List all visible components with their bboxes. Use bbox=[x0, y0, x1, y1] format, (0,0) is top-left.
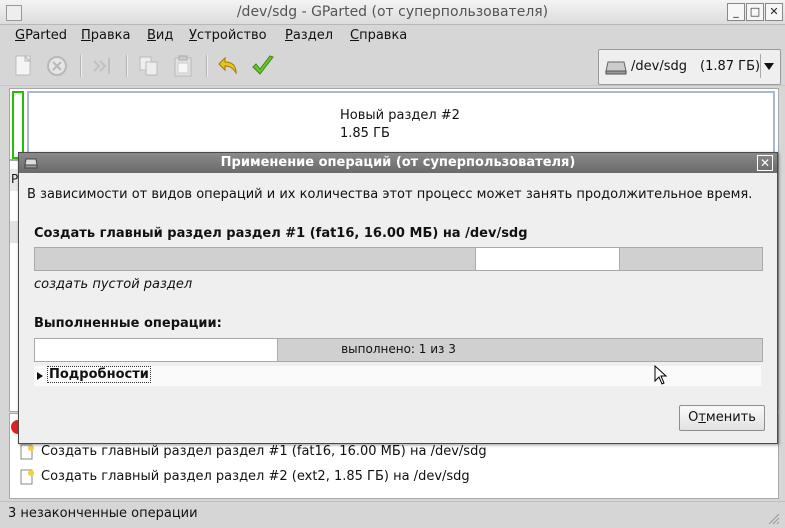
chevron-down-icon bbox=[764, 63, 774, 70]
progress-text: выполнено: 1 из 3 bbox=[341, 342, 456, 356]
new-partition-icon bbox=[20, 469, 34, 485]
menu-view[interactable]: Вид bbox=[147, 28, 173, 43]
paste-icon[interactable] bbox=[170, 53, 196, 79]
dialog-description: В зависимости от видов операций и их кол… bbox=[27, 187, 753, 202]
completed-operations-label: Выполненные операции: bbox=[34, 316, 222, 331]
close-button[interactable]: ✕ bbox=[765, 3, 783, 21]
graph-partition-size: 1.85 ГБ bbox=[340, 126, 390, 141]
current-operation-label: Создать главный раздел раздел #1 (fat16,… bbox=[34, 226, 528, 241]
mouse-pointer-icon bbox=[654, 365, 668, 385]
apply-operations-dialog: Применение операций (от суперпользовател… bbox=[18, 152, 778, 444]
new-partition-icon[interactable] bbox=[10, 53, 36, 79]
minimize-button[interactable]: _ bbox=[727, 3, 745, 21]
menu-partition[interactable]: Раздел bbox=[285, 28, 333, 43]
completed-operations-progress: выполнено: 1 из 3 bbox=[34, 338, 763, 362]
dialog-title-bar: Применение операций (от суперпользовател… bbox=[19, 153, 777, 173]
undo-icon[interactable] bbox=[216, 53, 242, 79]
device-selector[interactable]: /dev/sdg (1.87 ГБ) bbox=[598, 49, 781, 85]
apply-icon[interactable] bbox=[250, 53, 276, 79]
progress-pulse bbox=[475, 248, 620, 270]
graph-partition-name: Новый раздел #2 bbox=[340, 108, 460, 123]
resize-grip-icon[interactable] bbox=[766, 511, 780, 525]
title-bar: /dev/sdg - GParted (от суперпользователя… bbox=[0, 0, 785, 25]
details-expander[interactable]: Подробности bbox=[34, 366, 761, 386]
expander-triangle-icon bbox=[37, 372, 43, 380]
maximize-button[interactable]: □ bbox=[746, 3, 764, 21]
resize-move-icon[interactable] bbox=[90, 53, 116, 79]
partition-block-1[interactable] bbox=[12, 91, 24, 159]
copy-icon[interactable] bbox=[136, 53, 162, 79]
new-partition-icon bbox=[20, 444, 34, 460]
cancel-button[interactable]: Отменить bbox=[679, 405, 765, 431]
current-operation-progress bbox=[34, 247, 763, 271]
window-title: /dev/sdg - GParted (от суперпользователя… bbox=[236, 4, 549, 20]
menu-help[interactable]: Справка bbox=[350, 28, 407, 43]
status-bar: 3 незаконченные операции bbox=[0, 501, 785, 528]
delete-partition-icon[interactable] bbox=[44, 53, 70, 79]
partition-block-2[interactable]: Новый раздел #2 1.85 ГБ bbox=[27, 91, 775, 157]
details-label: Подробности bbox=[47, 366, 151, 383]
dialog-close-button[interactable]: ✕ bbox=[757, 155, 773, 171]
device-name: /dev/sdg bbox=[631, 59, 687, 74]
menu-edit[interactable]: Правка bbox=[81, 28, 130, 43]
menu-gparted[interactable]: GParted bbox=[15, 28, 67, 43]
dialog-title: Применение операций (от суперпользовател… bbox=[220, 155, 576, 170]
menu-device[interactable]: Устройство bbox=[189, 28, 267, 43]
harddisk-icon bbox=[605, 61, 627, 75]
current-step: создать пустой раздел bbox=[34, 277, 193, 292]
device-size: (1.87 ГБ) bbox=[700, 59, 761, 74]
status-text: 3 незаконченные операции bbox=[8, 506, 198, 521]
menu-bar: GParted Правка Вид Устройство Раздел Спр… bbox=[0, 25, 785, 47]
